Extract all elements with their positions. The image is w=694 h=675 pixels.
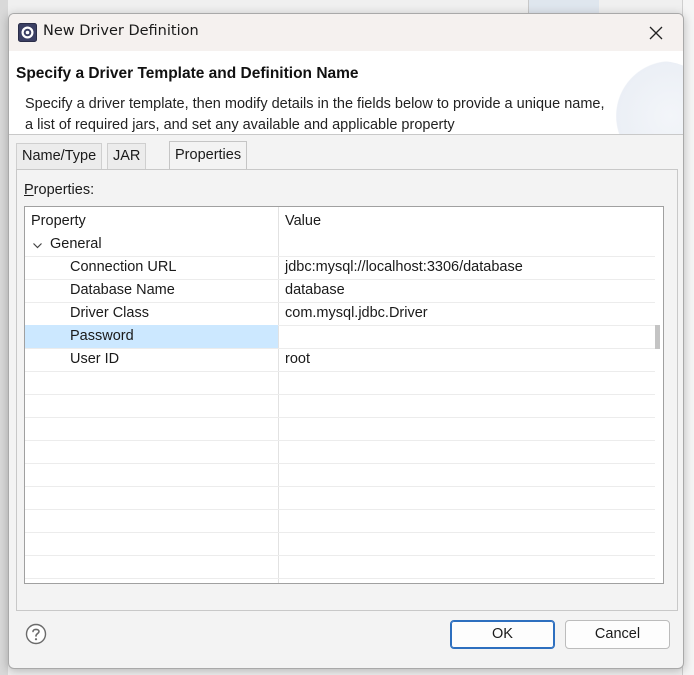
properties-table[interactable]: Property Value General Connection URL jd…	[24, 206, 664, 584]
window-title: New Driver Definition	[43, 23, 199, 39]
header-banner-graphic	[599, 61, 683, 134]
empty-row	[25, 440, 661, 464]
selection-highlight	[25, 325, 278, 348]
background-window-top	[528, 0, 599, 14]
eclipse-gear-icon	[18, 23, 37, 42]
scrollbar-thumb[interactable]	[655, 325, 660, 349]
property-name: Database Name	[70, 282, 175, 298]
close-icon	[649, 26, 663, 40]
table-row[interactable]: Driver Class com.mysql.jdbc.Driver	[25, 302, 661, 326]
empty-row	[25, 417, 661, 441]
background-window-left	[0, 0, 8, 675]
property-value[interactable]: root	[285, 348, 310, 371]
property-value[interactable]: com.mysql.jdbc.Driver	[285, 302, 428, 325]
properties-label-mnemonic: P	[24, 182, 34, 198]
group-label: General	[50, 236, 102, 252]
help-icon[interactable]	[25, 623, 47, 645]
property-name: Driver Class	[70, 305, 149, 321]
table-row[interactable]: User ID root	[25, 348, 661, 372]
empty-row	[25, 509, 661, 533]
table-row-selected[interactable]: Password	[25, 325, 661, 349]
column-header-value[interactable]: Value	[285, 207, 321, 233]
tab-jar-list[interactable]: JAR List	[107, 143, 147, 189]
properties-label: Properties:	[24, 182, 94, 198]
properties-tab-panel: Properties: Property Value General Conne…	[16, 169, 678, 611]
property-value[interactable]: jdbc:mysql://localhost:3306/database	[285, 256, 523, 279]
properties-label-text: roperties:	[33, 182, 95, 198]
table-row[interactable]: Database Name database	[25, 279, 661, 303]
property-name: Password	[70, 328, 134, 344]
chevron-down-icon[interactable]	[33, 241, 42, 250]
property-name: Connection URL	[70, 259, 177, 275]
empty-row	[25, 486, 661, 510]
tree-group-general[interactable]: General	[25, 233, 661, 257]
wizard-header: Specify a Driver Template and Definition…	[9, 51, 683, 135]
tab-properties[interactable]: Properties	[169, 141, 248, 170]
page-title: Specify a Driver Template and Definition…	[16, 65, 359, 82]
empty-row	[25, 463, 661, 487]
title-bar: New Driver Definition	[9, 14, 683, 51]
empty-row	[25, 555, 661, 579]
new-driver-definition-dialog: New Driver Definition Specify a Driver T…	[8, 13, 684, 669]
table-row[interactable]: Connection URL jdbc:mysql://localhost:33…	[25, 256, 661, 280]
close-button[interactable]	[641, 20, 671, 46]
empty-row	[25, 394, 661, 418]
cancel-button[interactable]: Cancel	[565, 620, 670, 649]
empty-row	[25, 532, 661, 556]
vertical-scrollbar[interactable]	[655, 207, 661, 583]
empty-row	[25, 371, 661, 395]
column-header-property[interactable]: Property	[31, 207, 86, 233]
page-description: Specify a driver template, then modify d…	[25, 96, 605, 133]
property-value[interactable]: database	[285, 279, 345, 302]
property-name: User ID	[70, 351, 120, 367]
tab-name-type[interactable]: Name/Type	[16, 143, 103, 169]
ok-button[interactable]: OK	[450, 620, 555, 649]
